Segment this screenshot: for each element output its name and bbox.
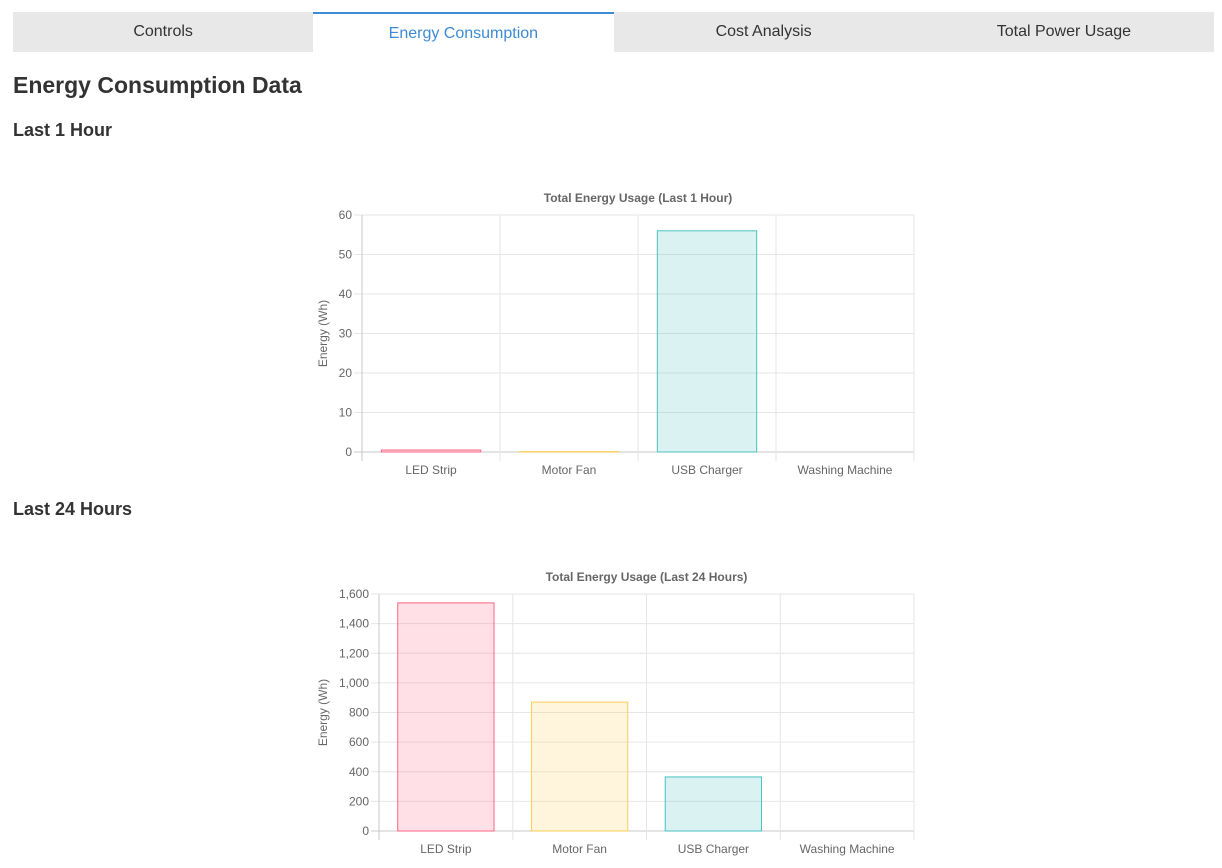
energy-chart-last-1-hour: Total Energy Usage (Last 1 Hour) 0 10 20 30 4… [316,191,915,477]
y-tick-label: 0 [362,824,369,838]
chart-title: Total Energy Usage (Last 1 Hour) [544,191,732,205]
y-tick-label: 10 [339,406,353,420]
x-tick-label: USB Charger [678,842,749,856]
tab-total-power-usage[interactable]: Total Power Usage [914,12,1214,52]
y-axis-label: Energy (Wh) [316,300,330,367]
section-heading-last-24-hours: Last 24 Hours [13,499,133,519]
y-tick-label: 40 [339,287,353,301]
x-tick-label: Motor Fan [552,842,607,856]
bar-led-strip [380,449,482,453]
y-tick-label: 1,400 [339,617,369,631]
page-title: Energy Consumption Data [13,72,302,98]
y-tick-label: 1,200 [339,646,369,660]
section-heading-last-1-hour: Last 1 Hour [13,120,113,140]
x-tick-label: USB Charger [671,463,742,477]
y-tick-label: 1,000 [339,676,369,690]
y-tick-label: 400 [349,765,369,779]
y-tick-label: 20 [339,366,353,380]
bar-usb-charger [664,776,763,832]
tab-bar: Controls Energy Consumption Cost Analysi… [13,12,1214,52]
chart-title: Total Energy Usage (Last 24 Hours) [546,570,748,584]
bar-usb-charger [656,230,758,453]
y-tick-label: 60 [339,208,353,222]
tab-energy-consumption[interactable]: Energy Consumption [313,12,614,52]
y-tick-label: 600 [349,735,369,749]
x-tick-label: Motor Fan [542,463,597,477]
energy-chart-last-24-hours: Total Energy Usage (Last 24 Hours) 0 200 40… [316,570,915,856]
bar-led-strip [397,602,495,832]
tab-controls[interactable]: Controls [13,12,313,52]
y-axis-label: Energy (Wh) [316,679,330,746]
y-tick-label: 1,600 [339,587,369,601]
tab-cost-analysis[interactable]: Cost Analysis [614,12,914,52]
x-tick-label: Washing Machine [800,842,895,856]
x-tick-label: LED Strip [420,842,472,856]
x-tick-label: LED Strip [405,463,457,477]
y-tick-label: 200 [349,794,369,808]
x-tick-label: Washing Machine [798,463,893,477]
y-tick-label: 30 [339,327,353,341]
y-tick-label: 0 [345,445,352,459]
y-tick-label: 800 [349,706,369,720]
bar-motor-fan [530,701,629,832]
y-tick-label: 50 [339,248,353,262]
